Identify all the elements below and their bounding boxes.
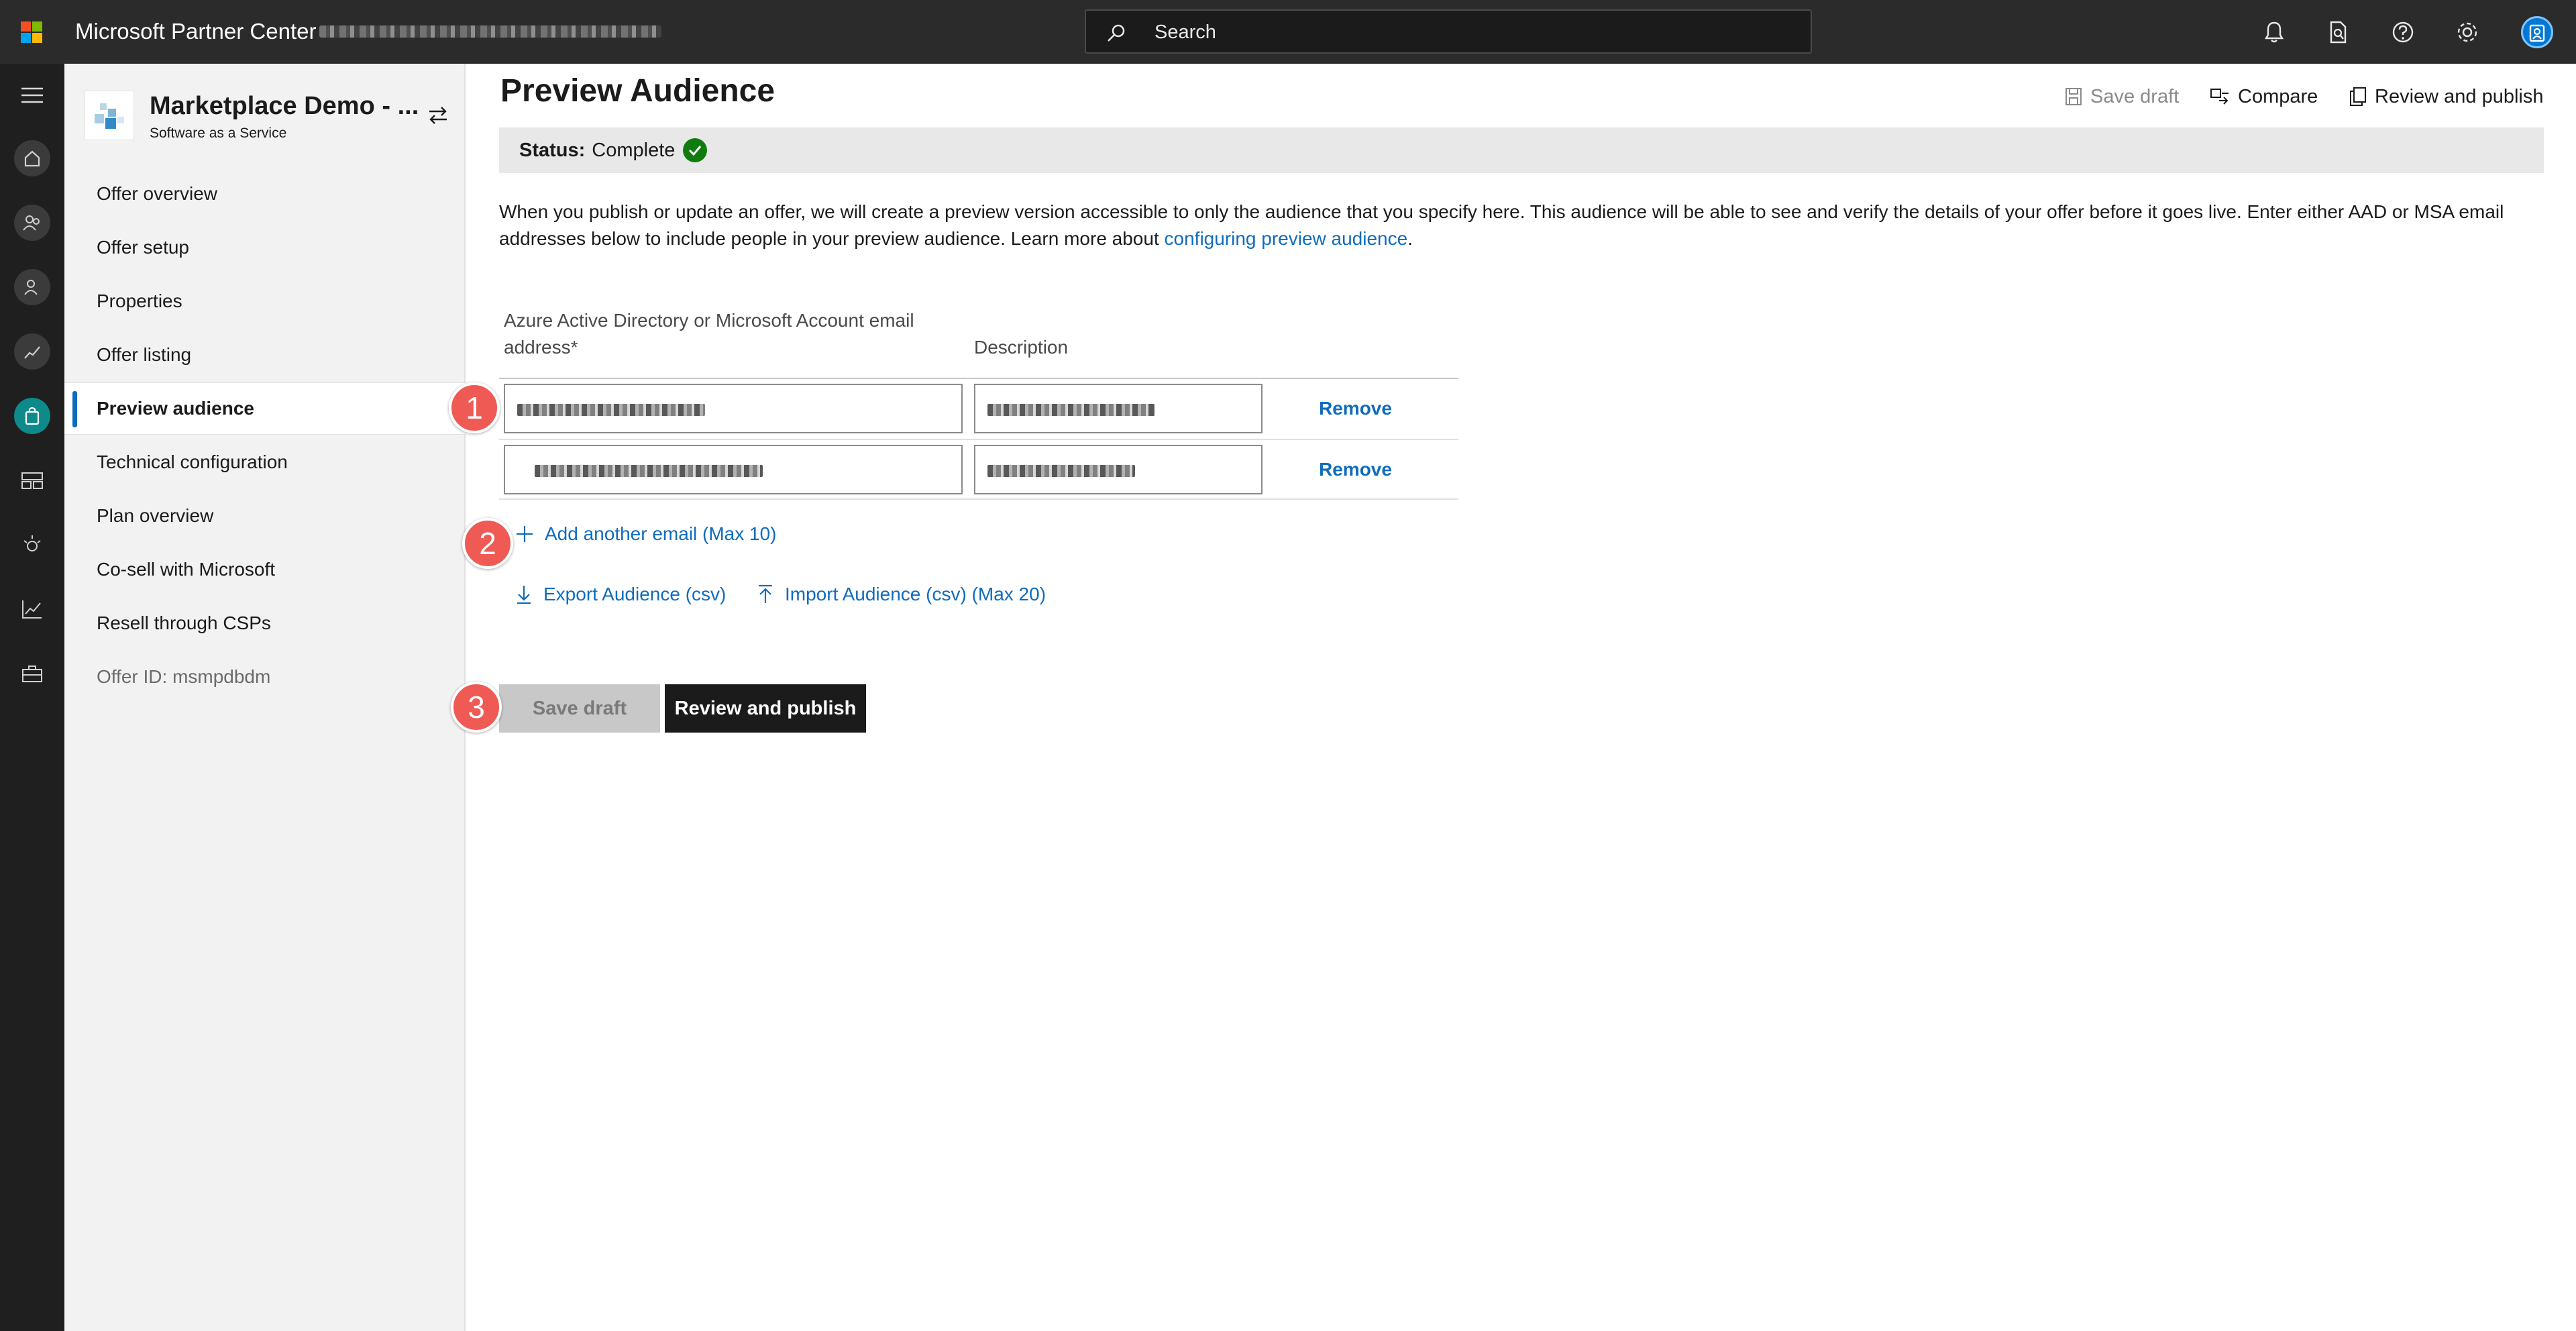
add-email-button[interactable]: Add another email (Max 10) <box>515 519 777 549</box>
top-bar: Microsoft Partner Center Search <box>0 0 2576 64</box>
email-field[interactable] <box>504 384 963 433</box>
tenant-name-redacted <box>319 25 661 38</box>
offer-type: Software as a Service <box>150 125 287 141</box>
description-field[interactable] <box>974 384 1263 433</box>
insights-icon[interactable] <box>12 525 52 565</box>
offer-name: Marketplace Demo - ... <box>150 92 419 120</box>
toolbox-icon[interactable] <box>12 653 52 694</box>
search-icon <box>1108 24 1125 42</box>
upload-icon <box>759 584 772 603</box>
export-audience-button[interactable]: Export Audience (csv) <box>515 580 726 609</box>
description-field[interactable] <box>974 445 1263 494</box>
workspaces-icon[interactable] <box>12 460 52 500</box>
save-draft-command[interactable]: Save draft <box>2065 83 2179 110</box>
import-audience-label: Import Audience (csv) (Max 20) <box>785 584 1046 604</box>
search-input[interactable]: Search <box>1085 9 1812 54</box>
export-audience-label: Export Audience (csv) <box>543 584 727 604</box>
sidebar-item-offer-overview[interactable]: Offer overview <box>64 168 466 220</box>
description-column-header: Description <box>974 337 1069 358</box>
left-rail <box>0 64 64 1331</box>
offer-logo <box>85 91 134 140</box>
analytics-icon[interactable] <box>12 589 52 629</box>
sidebar-item-plan-overview[interactable]: Plan overview <box>64 490 466 542</box>
required-mark: * <box>570 337 578 358</box>
app-title[interactable]: Microsoft Partner Center <box>75 19 316 44</box>
sidebar-item-properties[interactable]: Properties <box>64 275 466 327</box>
review-publish-command-label: Review and publish <box>2375 85 2544 107</box>
email-column-header: Azure Active Directory or Microsoft Acco… <box>504 307 960 361</box>
save-icon <box>2065 88 2082 105</box>
plus-icon <box>517 526 533 542</box>
email-value-redacted <box>517 404 705 416</box>
description-value-redacted <box>987 465 1135 477</box>
remove-link[interactable]: Remove <box>1319 398 1392 419</box>
search-placeholder: Search <box>1155 21 1216 43</box>
sidebar-item-resell-csps[interactable]: Resell through CSPs <box>64 597 466 649</box>
hamburger-menu-icon[interactable] <box>12 75 52 115</box>
compare-command[interactable]: Compare <box>2210 83 2318 110</box>
review-publish-button[interactable]: Review and publish <box>665 684 866 733</box>
microsoft-logo <box>21 21 42 43</box>
remove-link[interactable]: Remove <box>1319 459 1392 480</box>
save-draft-command-label: Save draft <box>2090 85 2180 107</box>
email-header-line1: Azure Active Directory or Microsoft Acco… <box>504 310 914 331</box>
compare-command-label: Compare <box>2238 85 2318 107</box>
table-header-divider <box>499 378 1458 379</box>
growth-chart-icon[interactable] <box>12 331 52 372</box>
email-value-redacted <box>535 465 763 477</box>
sidebar-item-co-sell[interactable]: Co-sell with Microsoft <box>64 543 466 596</box>
add-email-label: Add another email (Max 10) <box>545 523 777 544</box>
bell-icon[interactable] <box>2258 16 2290 48</box>
status-bar: Status: Complete <box>499 127 2544 173</box>
sidebar-item-preview-audience[interactable]: Preview audience <box>64 382 466 435</box>
description-end: . <box>1407 228 1413 249</box>
status-value: Complete <box>592 139 676 161</box>
help-icon[interactable] <box>2387 16 2419 48</box>
save-draft-button[interactable]: Save draft <box>499 684 660 733</box>
description-text: When you publish or update an offer, we … <box>499 201 2504 249</box>
sidebar-item-offer-listing[interactable]: Offer listing <box>64 329 466 381</box>
step-badge-1: 1 <box>449 382 500 433</box>
compare-icon <box>2210 89 2229 105</box>
page-description: When you publish or update an offer, we … <box>499 199 2538 252</box>
account-avatar[interactable] <box>2521 16 2553 48</box>
email-header-line2: address <box>504 337 571 358</box>
description-value-redacted <box>987 404 1155 416</box>
sidebar-item-technical-configuration[interactable]: Technical configuration <box>64 436 466 488</box>
document-copy-icon <box>2350 87 2366 106</box>
import-audience-button[interactable]: Import Audience (csv) (Max 20) <box>757 580 1046 609</box>
home-icon[interactable] <box>12 138 52 178</box>
settings-icon[interactable] <box>2451 16 2483 48</box>
row-divider <box>499 439 1458 440</box>
row-divider <box>499 498 1458 500</box>
marketplace-offers-icon[interactable] <box>12 396 52 436</box>
check-circle-icon <box>683 138 708 162</box>
email-field[interactable] <box>504 445 963 494</box>
status-label: Status: <box>519 139 586 161</box>
step-badge-3: 3 <box>451 682 502 733</box>
user-icon[interactable] <box>12 267 52 307</box>
page-title: Preview Audience <box>500 73 775 109</box>
document-search-icon[interactable] <box>2322 16 2355 48</box>
download-icon <box>517 586 531 604</box>
offer-id: Offer ID: msmpdbdm <box>97 666 271 687</box>
configuring-preview-audience-link[interactable]: configuring preview audience <box>1165 228 1408 249</box>
switch-offer-icon[interactable] <box>427 104 449 127</box>
sidebar-item-offer-setup[interactable]: Offer setup <box>64 221 466 274</box>
people-icon[interactable] <box>12 203 52 243</box>
step-badge-2: 2 <box>462 518 513 569</box>
offer-side-nav: Marketplace Demo - ... Software as a Ser… <box>64 64 466 1331</box>
review-publish-command[interactable]: Review and publish <box>2349 83 2543 110</box>
